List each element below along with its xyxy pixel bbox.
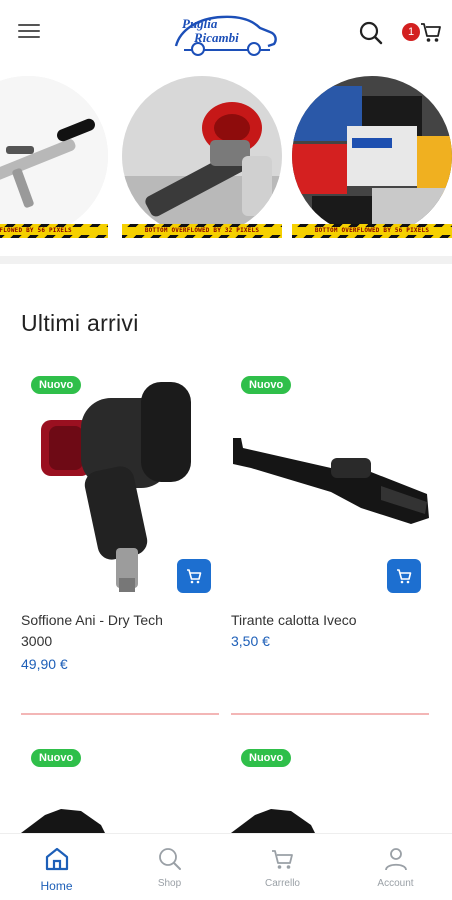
overflow-warning-bar: BOTTOM OVERFLOWED BY 56 PIXELS	[292, 224, 452, 238]
header-cart-button[interactable]: 1	[402, 20, 442, 46]
puglia-ricambi-logo[interactable]: Puglia Ricambi	[170, 8, 280, 58]
product-price: 3,50 €	[231, 633, 270, 649]
nav-label-home: Home	[40, 879, 73, 893]
cart-icon	[272, 850, 293, 869]
category-item-batteries[interactable]: BOTTOM OVERFLOWED BY 56 PIXELS	[292, 76, 452, 238]
product-card[interactable]: Nuovo Tirante calotta Iveco 3,50 €	[231, 368, 431, 718]
search-icon	[159, 848, 181, 870]
overflow-warning-bar: BOTTOM OVERFLOWED BY 32 PIXELS	[122, 224, 282, 238]
category-image	[292, 76, 452, 236]
search-icon[interactable]	[358, 20, 384, 46]
top-app-bar: Puglia Ricambi 1	[0, 0, 452, 66]
new-badge: Nuovo	[31, 749, 82, 767]
category-item-airbrush[interactable]: OVERFLOWED BY 56 PIXELS	[0, 76, 108, 238]
section-divider	[0, 256, 452, 264]
category-carousel[interactable]: OVERFLOWED BY 56 PIXELS BOTTOM OVERFLOWE…	[0, 66, 452, 256]
product-name: Soffione Ani - Dry Tech 3000	[21, 612, 163, 649]
home-icon	[45, 847, 69, 871]
category-image	[0, 76, 108, 236]
cart-count-badge: 1	[402, 23, 420, 41]
nav-label-account: Account	[377, 878, 414, 889]
bottom-navigation: Home Shop Carrello Account	[0, 833, 452, 900]
card-separator	[21, 713, 219, 715]
cart-icon	[421, 23, 441, 42]
product-price: 49,90 €	[21, 656, 68, 672]
category-item-tools[interactable]: BOTTOM OVERFLOWED BY 32 PIXELS	[122, 76, 282, 238]
product-card[interactable]: Nuovo	[231, 741, 431, 833]
section-title: Ultimi arrivi	[21, 310, 139, 336]
category-image	[122, 76, 282, 236]
card-separator	[231, 713, 429, 715]
user-icon	[385, 848, 407, 871]
product-card[interactable]: Nuovo Soffione Ani - Dry Tech 3000 49,90…	[21, 368, 221, 718]
nav-item-cart[interactable]: Carrello	[226, 834, 339, 900]
nav-label-cart: Carrello	[264, 878, 300, 889]
new-badge: Nuovo	[241, 376, 292, 394]
product-name: Tirante calotta Iveco	[231, 612, 357, 628]
add-to-cart-button[interactable]	[387, 559, 421, 593]
product-card[interactable]: Nuovo	[21, 741, 221, 833]
add-cart-icon	[397, 569, 412, 584]
nav-item-home[interactable]: Home	[0, 834, 113, 900]
svg-text:Puglia: Puglia	[182, 16, 218, 31]
nav-label-shop: Shop	[157, 878, 182, 889]
overflow-warning-bar: OVERFLOWED BY 56 PIXELS	[0, 224, 108, 238]
nav-item-shop[interactable]: Shop	[113, 834, 226, 900]
svg-text:Ricambi: Ricambi	[193, 30, 239, 45]
nav-item-account[interactable]: Account	[339, 834, 452, 900]
add-cart-icon	[187, 569, 202, 584]
new-badge: Nuovo	[31, 376, 82, 394]
hamburger-menu-icon[interactable]	[18, 24, 40, 42]
add-to-cart-button[interactable]	[177, 559, 211, 593]
new-badge: Nuovo	[241, 749, 292, 767]
